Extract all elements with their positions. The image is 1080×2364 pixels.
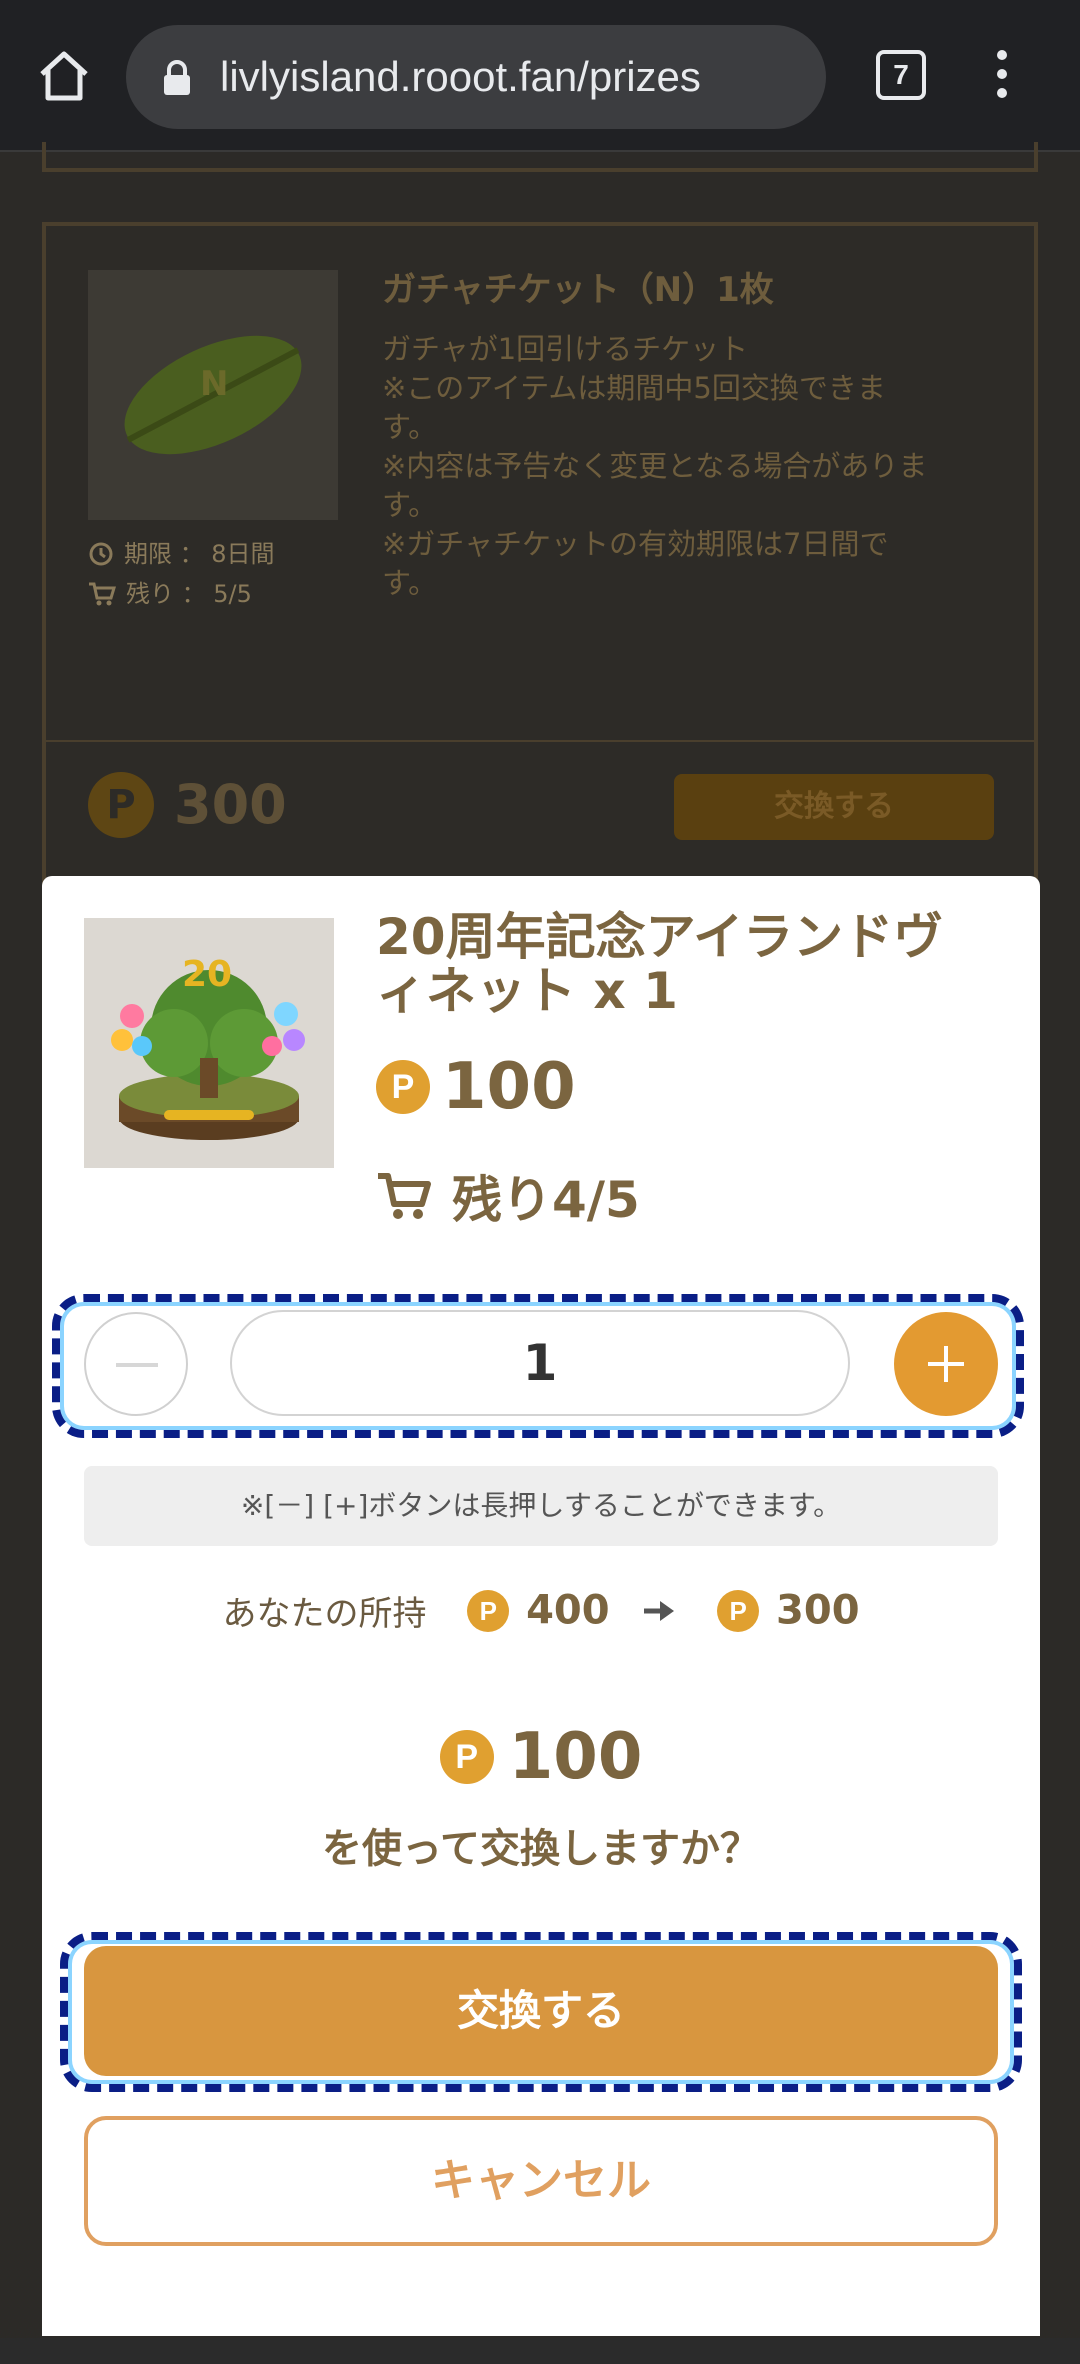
description-line: ※このアイテムは期間中5回交換できま: [382, 371, 886, 405]
gacha-ticket-title: ガチャチケット（N）1枚: [382, 270, 774, 310]
prize-title: 20周年記念アイランドヴ ィネット x 1: [376, 910, 976, 1018]
tab-switcher-button[interactable]: 7: [876, 50, 926, 100]
point-coin-icon: P: [467, 1589, 510, 1632]
arrow-right-icon: [644, 1600, 675, 1621]
point-coin-icon: P: [88, 772, 154, 838]
total-cost: P 100: [42, 1720, 1040, 1794]
clock-icon: [89, 542, 113, 566]
point-coin-icon: P: [439, 1730, 494, 1784]
cart-icon: [378, 1173, 431, 1219]
gacha-stock: 残り ： 5/5: [126, 580, 252, 608]
confirm-question: を使って交換しますか？: [322, 1826, 760, 1872]
total-cost-value: 100: [508, 1720, 643, 1794]
stepper-highlight: [52, 1294, 1024, 1438]
description-line: す。: [382, 488, 438, 522]
address-bar[interactable]: livlyisland.rooot.fan/prizes: [126, 25, 826, 129]
prize-title-line: ィネット x 1: [376, 962, 678, 1020]
description-line: ガチャが1回引けるチケット: [382, 332, 749, 366]
exchange-button-highlight: [60, 1932, 1022, 2092]
stock-value: 残り4/5: [452, 1171, 640, 1229]
gacha-ticket-description: ガチャが1回引けるチケット ※このアイテムは期間中5回交換できま す。 ※内容は…: [382, 330, 982, 603]
price-value: 100: [442, 1050, 576, 1124]
prize-price: P 100: [376, 1050, 576, 1124]
cancel-button[interactable]: キャンセル: [84, 2116, 998, 2246]
svg-text:20: 20: [182, 954, 232, 995]
prize-card-gacha-ticket: N 期限 ： 8日間 残り ： 5/5 ガチャチケット（N）1枚 ガチャが1回引…: [42, 222, 1038, 942]
point-coin-icon: P: [717, 1589, 760, 1632]
gacha-ticket-meta: 期限 ： 8日間 残り ： 5/5: [88, 534, 275, 614]
prize-stock: 残り4/5: [376, 1160, 640, 1232]
previous-prize-card: [42, 142, 1038, 172]
svg-text:N: N: [200, 364, 228, 404]
balance-before: 400: [526, 1587, 610, 1634]
url-text: livlyisland.rooot.fan/prizes: [220, 53, 701, 100]
exchange-dialog: 20 20周年記念アイランドヴ ィネット x 1 P 100 残り4/5 1 ※…: [42, 876, 1040, 2336]
home-icon[interactable]: [34, 46, 94, 106]
balance-label: あなたの所持: [222, 1594, 427, 1634]
gacha-ticket-image: N: [88, 270, 338, 520]
point-coin-icon: P: [376, 1060, 430, 1114]
card-divider: [46, 740, 1034, 742]
browser-toolbar: livlyisland.rooot.fan/prizes 7: [0, 0, 1080, 152]
gacha-price: 300: [174, 773, 287, 836]
cart-icon: [89, 582, 116, 606]
balance-after: 300: [776, 1587, 860, 1634]
long-press-hint: ※[－] [+]ボタンは長押しすることができます。: [84, 1466, 998, 1546]
description-line: す。: [382, 410, 438, 444]
lock-icon: [164, 60, 190, 95]
description-line: ※ガチャチケットの有効期限は7日間で: [382, 527, 889, 561]
gacha-exchange-button: 交換する: [674, 774, 994, 840]
browser-menu-icon[interactable]: [992, 50, 1012, 106]
description-line: ※内容は予告なく変更となる場合がありま: [382, 449, 928, 483]
balance-summary: あなたの所持 P 400 P 300: [42, 1586, 1040, 1635]
description-line: す。: [382, 566, 438, 600]
system-bottom-bar: [0, 2338, 1080, 2364]
gacha-period: 期限 ： 8日間: [124, 540, 275, 568]
prize-title-line: 20周年記念アイランドヴ: [376, 908, 944, 966]
island-vignette-image: 20: [84, 918, 334, 1168]
